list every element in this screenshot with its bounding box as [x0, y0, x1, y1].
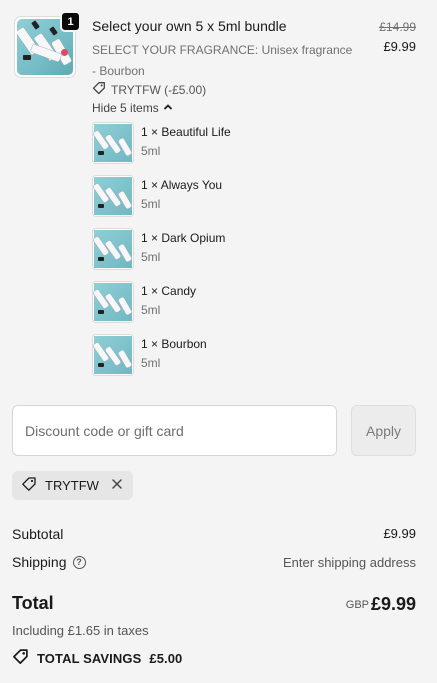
bundle-item-image — [92, 334, 134, 376]
quantity-badge: 1 — [60, 11, 81, 32]
bundle-item-name: 1 × Always You — [141, 178, 223, 192]
applied-code-label: TRYTFW — [45, 478, 99, 493]
hide-items-label: Hide 5 items — [92, 101, 159, 115]
bundle-item-size: 5ml — [141, 356, 161, 370]
bundle-item: 1 × Beautiful Life 5ml — [92, 122, 332, 164]
shipping-value: Enter shipping address — [283, 555, 416, 570]
applied-code-chip: TRYTFW — [12, 471, 133, 500]
tax-line: Including £1.65 in taxes — [12, 623, 149, 638]
hide-items-toggle[interactable]: Hide 5 items — [92, 101, 173, 115]
bundle-item-image — [92, 122, 134, 164]
bundle-item-size: 5ml — [141, 303, 161, 317]
tag-icon — [21, 476, 37, 495]
total-currency: GBP — [345, 599, 369, 611]
discount-code-input[interactable] — [12, 405, 337, 456]
product-discount-label: TRYTFW (-£5.00) — [111, 82, 207, 97]
bundle-item: 1 × Dark Opium 5ml — [92, 228, 332, 270]
savings-label: TOTAL SAVINGS — [37, 650, 142, 666]
product-discount: TRYTFW (-£5.00) — [92, 81, 206, 98]
total-savings: TOTAL SAVINGS £5.00 — [12, 648, 182, 668]
shipping-row-label: Shipping ? — [12, 554, 86, 570]
original-price: £14.99 — [379, 20, 416, 34]
bundle-item-name: 1 × Beautiful Life — [141, 125, 231, 139]
shipping-label: Shipping — [12, 554, 67, 570]
bundle-item-image — [92, 281, 134, 323]
question-circle-icon[interactable]: ? — [72, 555, 86, 569]
bundle-item-image — [92, 228, 134, 270]
bundle-item-size: 5ml — [141, 144, 161, 158]
bundle-item-size: 5ml — [141, 197, 161, 211]
bundle-item-name: 1 × Candy — [141, 284, 197, 298]
bundle-item: 1 × Bourbon 5ml — [92, 334, 332, 376]
bundle-item-size: 5ml — [141, 250, 161, 264]
bundle-item-image — [92, 175, 134, 217]
subtotal-label: Subtotal — [12, 526, 64, 542]
tag-icon — [92, 81, 106, 98]
subtotal-value: £9.99 — [383, 526, 416, 541]
close-icon[interactable] — [111, 478, 123, 493]
bundle-item: 1 × Always You 5ml — [92, 175, 332, 217]
product-variant: SELECT YOUR FRAGRANCE: Unisex fragrance … — [92, 43, 353, 78]
product-image: 1 — [14, 11, 81, 78]
total-value: £9.99 — [370, 594, 416, 614]
savings-value: £5.00 — [149, 650, 183, 666]
total-label: Total — [12, 593, 54, 613]
apply-button[interactable]: Apply — [351, 405, 416, 456]
bundle-item-name: 1 × Dark Opium — [141, 231, 226, 245]
bundle-item: 1 × Candy 5ml — [92, 281, 332, 323]
chevron-up-icon — [163, 101, 173, 115]
product-title: Select your own 5 x 5ml bundle — [92, 18, 287, 34]
tag-icon — [12, 648, 29, 668]
bundle-item-name: 1 × Bourbon — [141, 337, 207, 351]
current-price: £9.99 — [383, 39, 416, 54]
